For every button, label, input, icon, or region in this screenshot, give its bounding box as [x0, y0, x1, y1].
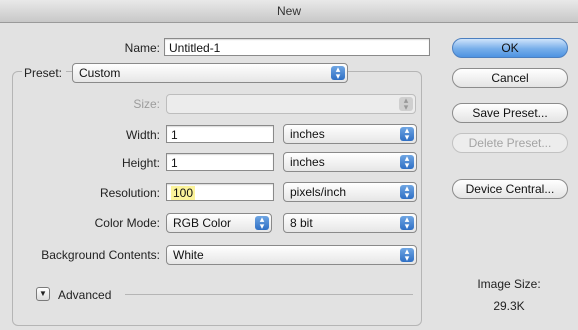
- width-label: Width:: [125, 128, 160, 142]
- height-unit-select[interactable]: inches ▴ ▾: [283, 152, 417, 172]
- color-mode-select[interactable]: RGB Color ▴ ▾: [166, 213, 272, 233]
- image-size-label: Image Size:: [477, 277, 541, 291]
- cancel-button[interactable]: Cancel: [452, 68, 568, 88]
- updown-arrows-icon: ▴ ▾: [331, 65, 345, 81]
- size-select: ▴ ▾: [166, 94, 416, 114]
- updown-arrows-icon: ▴ ▾: [400, 184, 414, 200]
- resolution-field[interactable]: 100: [166, 183, 274, 201]
- preset-value: Custom: [79, 66, 121, 80]
- name-field[interactable]: Untitled-1: [164, 38, 430, 56]
- updown-arrows-icon: ▴ ▾: [399, 96, 413, 112]
- background-contents-label: Background Contents:: [41, 248, 160, 262]
- resolution-value: 100: [171, 186, 196, 200]
- preset-select[interactable]: Custom ▴ ▾: [72, 63, 348, 83]
- width-unit-value: inches: [290, 127, 325, 141]
- updown-arrows-icon: ▴ ▾: [400, 126, 414, 142]
- advanced-divider: [125, 294, 413, 295]
- height-field[interactable]: 1: [166, 153, 274, 171]
- preset-label: Preset:: [22, 66, 67, 80]
- device-central-button[interactable]: Device Central...: [452, 179, 568, 199]
- resolution-label: Resolution:: [99, 186, 160, 200]
- size-label: Size:: [133, 97, 160, 111]
- height-label: Height:: [121, 156, 160, 170]
- color-mode-label: Color Mode:: [94, 216, 160, 230]
- name-label: Name:: [124, 41, 160, 55]
- save-preset-button[interactable]: Save Preset...: [452, 103, 568, 123]
- updown-arrows-icon: ▴ ▾: [400, 247, 414, 263]
- image-size-value: 29.3K: [493, 299, 525, 313]
- dialog-title: New: [0, 0, 578, 23]
- background-contents-select[interactable]: White ▴ ▾: [166, 245, 417, 265]
- resolution-unit-select[interactable]: pixels/inch ▴ ▾: [283, 182, 417, 202]
- resolution-unit-value: pixels/inch: [290, 185, 347, 199]
- color-mode-value: RGB Color: [173, 216, 232, 230]
- delete-preset-button: Delete Preset...: [452, 133, 568, 153]
- width-field[interactable]: 1: [166, 125, 274, 143]
- updown-arrows-icon: ▴ ▾: [255, 215, 269, 231]
- width-unit-select[interactable]: inches ▴ ▾: [283, 124, 417, 144]
- dialog-content: Name: Untitled-1 Preset: Custom ▴ ▾ Size:…: [0, 23, 578, 330]
- triangle-down-icon[interactable]: ▼: [36, 287, 50, 301]
- bit-depth-select[interactable]: 8 bit ▴ ▾: [283, 213, 417, 233]
- updown-arrows-icon: ▴ ▾: [400, 215, 414, 231]
- ok-button[interactable]: OK: [452, 38, 568, 58]
- updown-arrows-icon: ▴ ▾: [400, 154, 414, 170]
- advanced-label: Advanced: [58, 288, 112, 302]
- height-unit-value: inches: [290, 155, 325, 169]
- bit-depth-value: 8 bit: [290, 216, 313, 230]
- background-contents-value: White: [173, 248, 204, 262]
